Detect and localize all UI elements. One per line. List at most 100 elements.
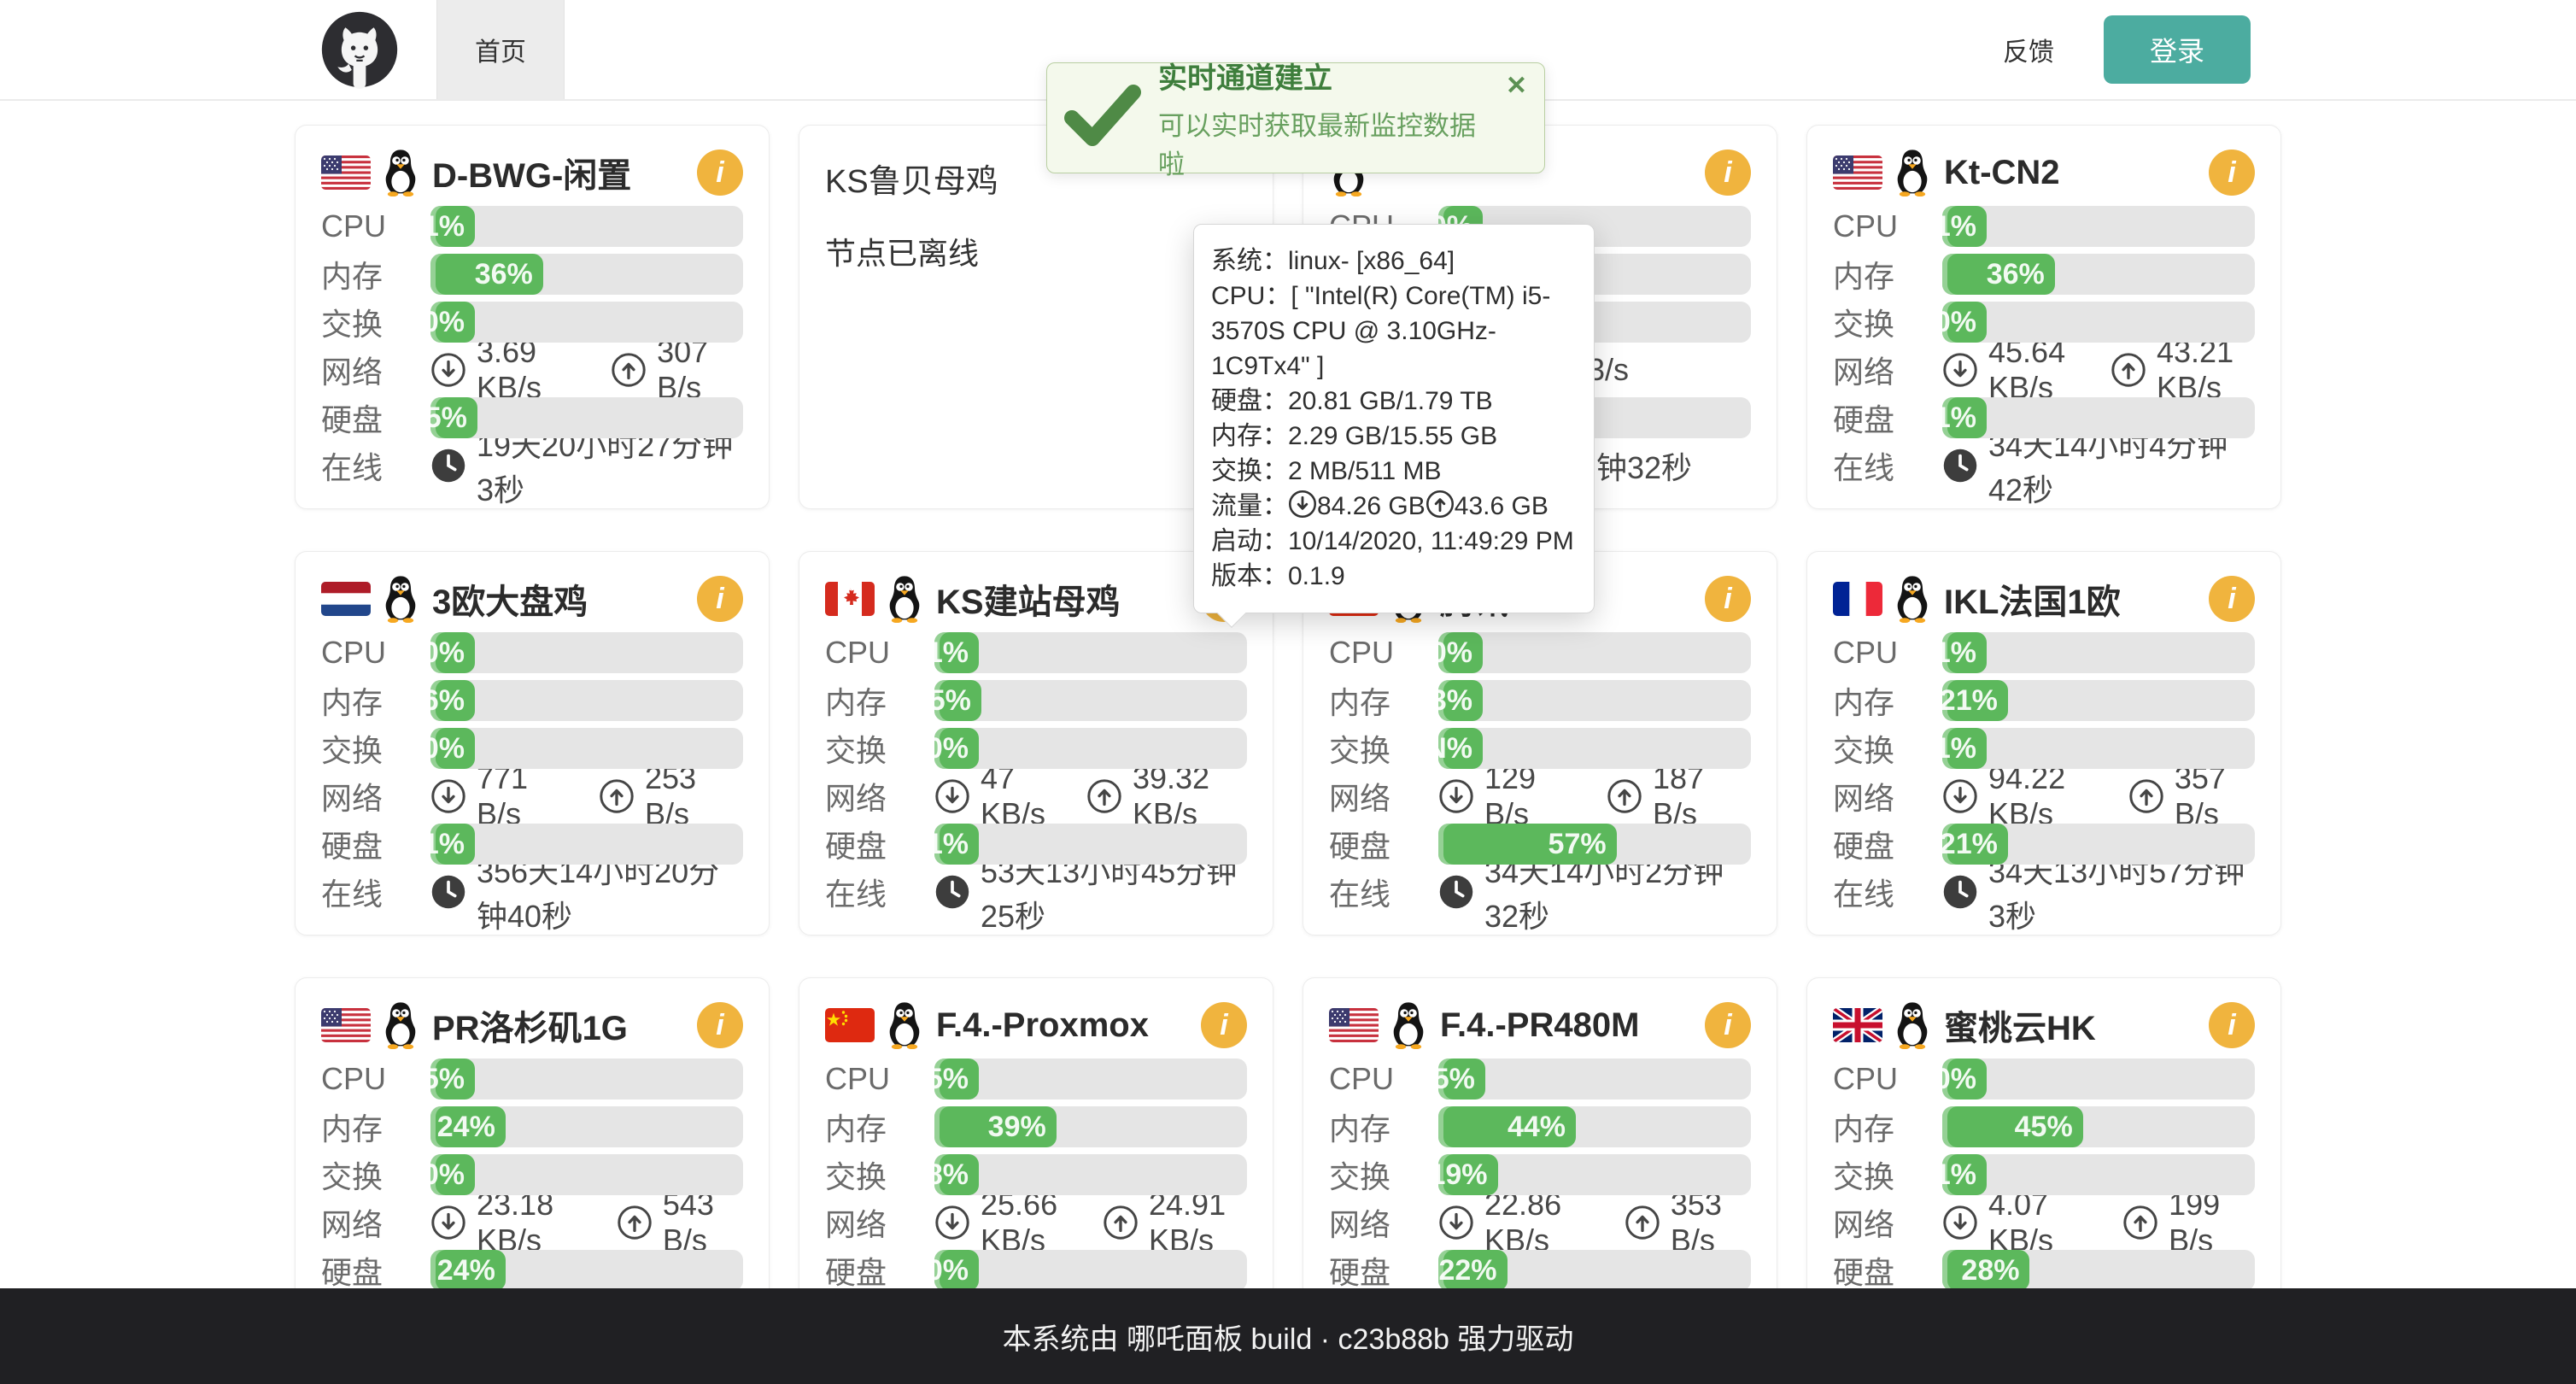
net-up-value: 187 B/s bbox=[1653, 760, 1751, 832]
progress-track: 57% bbox=[1438, 824, 1751, 865]
progress-label: 8% bbox=[927, 1158, 979, 1192]
progress-track: 1% bbox=[430, 206, 743, 247]
progress-fill: 15% bbox=[934, 680, 981, 721]
memory-label: 内存 bbox=[1329, 678, 1438, 723]
progress-label: 15% bbox=[913, 684, 981, 718]
progress-label: 1% bbox=[1935, 1158, 1987, 1192]
progress-fill: 5% bbox=[934, 1059, 979, 1100]
uptime-label: 在线 bbox=[1833, 443, 1942, 488]
progress-track: 44% bbox=[1438, 1106, 1751, 1147]
arrow-up-circle-icon bbox=[2122, 1205, 2158, 1240]
footer: 本系统由 哪吒面板 build · c23b88b 强力驱动 bbox=[0, 1288, 2576, 1384]
arrow-down-circle-icon bbox=[934, 778, 970, 814]
progress-label: 0% bbox=[927, 732, 979, 765]
stat-row-cpu: CPU 0% bbox=[1329, 632, 1751, 673]
server-title: F.4.-PR480M bbox=[1440, 1006, 1705, 1045]
card-header: F.4.-Proxmox i bbox=[825, 997, 1247, 1053]
stat-row-disk: 硬盘 1% bbox=[321, 824, 743, 865]
info-icon[interactable]: i bbox=[1201, 1002, 1247, 1048]
progress-fill: 1% bbox=[934, 632, 979, 673]
progress-track: 5% bbox=[430, 1059, 743, 1100]
progress-fill: 3% bbox=[1438, 680, 1483, 721]
feedback-link[interactable]: 反馈 bbox=[2003, 31, 2054, 68]
stat-row-disk: 硬盘 1% bbox=[825, 824, 1247, 865]
disk-label: 硬盘 bbox=[1329, 1248, 1438, 1293]
progress-track: 22% bbox=[1438, 1250, 1751, 1291]
server-title: 3欧大盘鸡 bbox=[432, 574, 697, 624]
info-icon[interactable]: i bbox=[1705, 150, 1751, 196]
info-icon[interactable]: i bbox=[697, 576, 743, 622]
progress-track: 10% bbox=[934, 1250, 1247, 1291]
stat-row-cpu: CPU 5% bbox=[825, 1059, 1247, 1100]
network-value: 4.07 KB/s 199 B/s bbox=[1942, 1187, 2255, 1258]
progress-label: 0% bbox=[423, 306, 475, 339]
progress-track: 1% bbox=[1942, 728, 2255, 769]
memory-label: 内存 bbox=[1329, 1105, 1438, 1149]
network-label: 网络 bbox=[825, 774, 934, 818]
cpu-label: CPU bbox=[1833, 208, 1942, 244]
arrow-down-circle-icon bbox=[1942, 778, 1978, 814]
arrow-up-circle-icon bbox=[1086, 778, 1122, 814]
progress-fill: 11% bbox=[1942, 397, 1987, 438]
server-title: PR洛杉矶1G bbox=[432, 1000, 697, 1050]
info-icon[interactable]: i bbox=[1705, 1002, 1751, 1048]
tooltip-line: 启动：10/14/2020, 11:49:29 PM bbox=[1211, 524, 1577, 559]
disk-label: 硬盘 bbox=[321, 1248, 430, 1293]
progress-label: 0% bbox=[423, 732, 475, 765]
arrow-up-circle-icon bbox=[1426, 490, 1455, 519]
progress-track: 15% bbox=[430, 397, 743, 438]
cpu-label: CPU bbox=[321, 635, 430, 671]
login-button[interactable]: 登录 bbox=[2104, 15, 2251, 84]
cpu-label: CPU bbox=[1833, 1061, 1942, 1097]
info-icon[interactable]: i bbox=[2209, 1002, 2255, 1048]
info-icon[interactable]: i bbox=[2209, 150, 2255, 196]
clock-icon bbox=[430, 874, 466, 910]
progress-fill: 24% bbox=[430, 1250, 506, 1291]
stat-row-cpu: CPU 1% bbox=[825, 632, 1247, 673]
arrow-down-circle-icon bbox=[1438, 1205, 1474, 1240]
stat-row-cpu: CPU 15% bbox=[1329, 1059, 1751, 1100]
arrow-down-circle-icon bbox=[430, 778, 466, 814]
progress-label: 6% bbox=[423, 684, 475, 718]
arrow-down-circle-icon bbox=[934, 1205, 970, 1240]
swap-label: 交换 bbox=[825, 1152, 934, 1197]
stat-row-disk: 硬盘 57% bbox=[1329, 824, 1751, 865]
stat-row-memory: 内存 36% bbox=[1833, 254, 2255, 295]
arrow-up-circle-icon bbox=[1625, 1205, 1660, 1240]
info-icon[interactable]: i bbox=[697, 150, 743, 196]
stat-row-uptime: 在线 53天13小时45分钟25秒 bbox=[825, 871, 1247, 912]
stat-row-memory: 内存 6% bbox=[321, 680, 743, 721]
card-body: CPU 1% 内存 15% 交换 0% 网络 bbox=[825, 632, 1247, 912]
net-down-value: 129 B/s bbox=[1484, 760, 1583, 832]
progress-label: 21% bbox=[1940, 828, 2008, 861]
server-title: Kt-CN2 bbox=[1944, 154, 2209, 192]
memory-label: 内存 bbox=[1833, 252, 1942, 296]
memory-label: 内存 bbox=[1833, 678, 1942, 723]
network-value: 45.64 KB/s 43.21 KB/s bbox=[1942, 334, 2255, 406]
network-value: 25.66 KB/s 24.91 KB/s bbox=[934, 1187, 1247, 1258]
stat-row-memory: 内存 21% bbox=[1833, 680, 2255, 721]
panel-link[interactable]: 哪吒面板 bbox=[1127, 1323, 1243, 1356]
net-down-value: 4.07 KB/s bbox=[1988, 1187, 2099, 1258]
info-icon[interactable]: i bbox=[2209, 576, 2255, 622]
server-card: 3欧大盘鸡 i CPU 0% 内存 6% 交换 0% bbox=[295, 551, 770, 935]
close-icon[interactable]: ✕ bbox=[1506, 73, 1527, 99]
info-icon[interactable]: i bbox=[697, 1002, 743, 1048]
stat-row-swap: 交换 8% bbox=[825, 1154, 1247, 1195]
progress-fill: 0% bbox=[1942, 1059, 1987, 1100]
cpu-label: CPU bbox=[321, 208, 430, 244]
progress-fill: 19% bbox=[1438, 1154, 1498, 1195]
progress-track: 24% bbox=[430, 1106, 743, 1147]
arrow-up-circle-icon bbox=[611, 352, 647, 388]
network-label: 网络 bbox=[1329, 774, 1438, 818]
server-title: F.4.-Proxmox bbox=[936, 1006, 1201, 1045]
logo-avatar[interactable] bbox=[320, 10, 399, 89]
stat-row-network: 网络 4.07 KB/s 199 B/s bbox=[1833, 1202, 2255, 1243]
disk-label: 硬盘 bbox=[1833, 822, 1942, 866]
tab-home[interactable]: 首页 bbox=[436, 0, 565, 99]
arrow-down-circle-icon bbox=[1942, 1205, 1978, 1240]
memory-label: 内存 bbox=[321, 252, 430, 296]
stat-row-swap: 交换 0% bbox=[825, 728, 1247, 769]
info-icon[interactable]: i bbox=[1705, 576, 1751, 622]
linux-tux-icon bbox=[885, 1001, 924, 1049]
